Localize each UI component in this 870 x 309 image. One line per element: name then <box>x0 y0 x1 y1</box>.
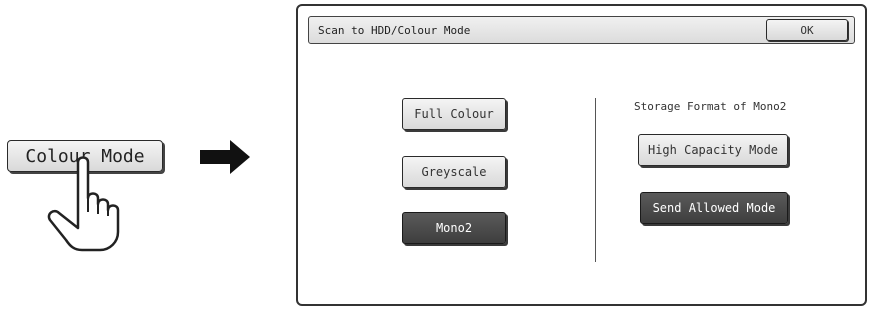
dialog-title-bar: Scan to HDD/Colour Mode OK <box>308 16 855 44</box>
right-arrow-icon <box>200 140 250 174</box>
mono2-button[interactable]: Mono2 <box>402 212 506 244</box>
full-colour-label: Full Colour <box>414 107 494 121</box>
high-capacity-mode-button[interactable]: High Capacity Mode <box>638 134 788 166</box>
pointing-hand-icon <box>47 156 120 252</box>
dialog-title: Scan to HDD/Colour Mode <box>318 24 471 37</box>
ok-button-label: OK <box>800 23 814 37</box>
high-capacity-mode-label: High Capacity Mode <box>647 143 779 157</box>
colour-mode-dialog: Scan to HDD/Colour Mode OK Full Colour G… <box>296 4 867 306</box>
storage-format-heading: Storage Format of Mono2 <box>634 100 787 113</box>
greyscale-button[interactable]: Greyscale <box>402 156 506 188</box>
send-allowed-mode-label: Send Allowed Mode <box>652 201 776 215</box>
divider <box>595 98 596 262</box>
mono2-label: Mono2 <box>435 221 473 235</box>
ok-button[interactable]: OK <box>766 19 848 41</box>
send-allowed-mode-button[interactable]: Send Allowed Mode <box>640 192 788 224</box>
greyscale-label: Greyscale <box>421 165 487 179</box>
full-colour-button[interactable]: Full Colour <box>402 98 506 130</box>
